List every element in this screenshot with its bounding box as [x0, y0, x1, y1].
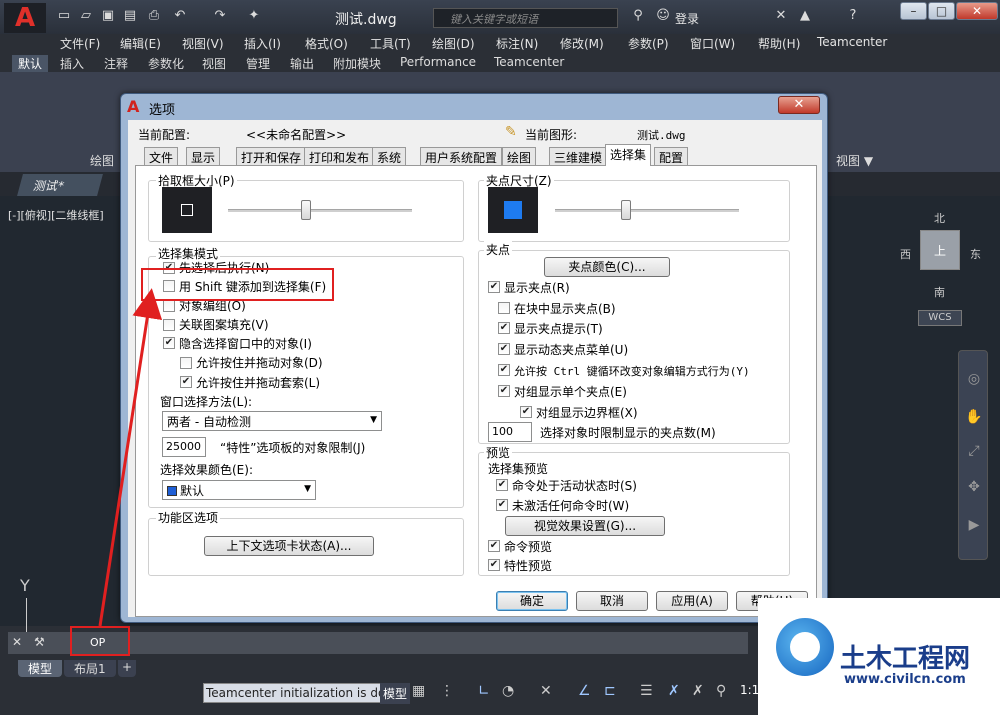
watermark-title: 土木工程网: [840, 644, 971, 674]
tab-selection[interactable]: 选择集: [605, 144, 652, 166]
watermark-url: www.civilcn.com: [844, 672, 966, 687]
civilcn-logo-icon: [776, 618, 834, 676]
watermark-logo: 土木工程网 www.civilcn.com: [758, 598, 1000, 715]
